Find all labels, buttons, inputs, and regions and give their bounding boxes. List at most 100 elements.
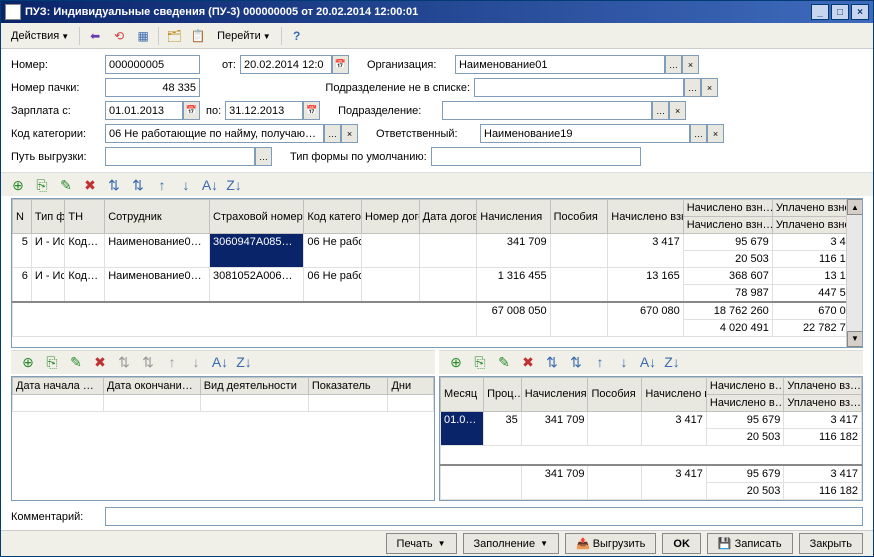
path-select-button[interactable]: … <box>255 147 272 166</box>
g2-copy-icon[interactable]: ⎘ <box>41 351 63 373</box>
periods-grid[interactable]: Дата начала … Дата окончани… Вид деятель… <box>11 376 435 502</box>
col-cat[interactable]: Код катего… <box>304 200 362 234</box>
org-select-button[interactable]: … <box>665 55 682 74</box>
g3-down-icon[interactable]: ↓ <box>613 351 635 373</box>
g2-sort1-icon[interactable]: ⇅ <box>113 351 135 373</box>
g3-col5[interactable]: Начислено взносов … <box>642 377 707 411</box>
path-field[interactable] <box>105 147 255 166</box>
date-field[interactable] <box>240 55 332 74</box>
g2-col4[interactable]: Показатель <box>308 377 388 394</box>
subdiv-notin-clear-button[interactable]: × <box>701 78 718 97</box>
col-v1[interactable]: Начислено взн… <box>683 200 772 217</box>
ok-button[interactable]: OK <box>662 533 701 554</box>
col-date[interactable]: Дата договора <box>419 200 477 234</box>
save-button[interactable]: 💾Записать <box>707 533 793 554</box>
g3-col1[interactable]: Месяц <box>441 377 484 411</box>
cat-select-button[interactable]: … <box>324 124 341 143</box>
move-up-icon[interactable]: ↑ <box>151 174 173 196</box>
window-list-button[interactable]: ▦ <box>132 25 154 47</box>
comment-field[interactable] <box>105 507 863 526</box>
g3-up-icon[interactable]: ↑ <box>589 351 611 373</box>
table-row[interactable]: 6И - Ис…Код…Наименование0…3081052A006…06… <box>13 268 862 285</box>
resp-clear-button[interactable]: × <box>707 124 724 143</box>
g2-col5[interactable]: Дни <box>388 377 434 394</box>
g3-col7b[interactable]: Уплачено вз… <box>784 394 862 411</box>
table-row[interactable]: 5И - Ис…Код…Наименование0…3060947A085…06… <box>13 234 862 251</box>
minimize-button[interactable]: _ <box>811 4 829 20</box>
g2-delete-icon[interactable]: ✖ <box>89 351 111 373</box>
add-row-icon[interactable]: ⊕ <box>7 174 29 196</box>
org-clear-button[interactable]: × <box>682 55 699 74</box>
help-button[interactable]: ? <box>286 25 308 47</box>
g3-az-icon[interactable]: A↓ <box>637 351 659 373</box>
col-tn[interactable]: ТН <box>65 200 105 234</box>
maximize-button[interactable]: □ <box>831 4 849 20</box>
formtype-field[interactable] <box>431 147 641 166</box>
scroll-down-icon[interactable]: ▼ <box>847 331 863 347</box>
menu-actions[interactable]: Действия▼ <box>5 28 75 44</box>
resp-field[interactable] <box>480 124 690 143</box>
col-n[interactable]: N <box>13 200 32 234</box>
g3-sort1-icon[interactable]: ⇅ <box>541 351 563 373</box>
salary-to-field[interactable] <box>225 101 303 120</box>
g3-edit-icon[interactable]: ✎ <box>493 351 515 373</box>
edit-row-icon[interactable]: ✎ <box>55 174 77 196</box>
close-footer-button[interactable]: Закрыть <box>799 533 863 554</box>
g2-add-icon[interactable]: ⊕ <box>17 351 39 373</box>
col-type[interactable]: Тип фо… <box>31 200 65 234</box>
col-ins[interactable]: Страховой номер <box>210 200 304 234</box>
cat-clear-button[interactable]: × <box>341 124 358 143</box>
subdiv-notin-select-button[interactable]: … <box>684 78 701 97</box>
g2-up-icon[interactable]: ↑ <box>161 351 183 373</box>
back-button[interactable]: ⬅ <box>84 25 106 47</box>
g2-edit-icon[interactable]: ✎ <box>65 351 87 373</box>
g2-az-icon[interactable]: A↓ <box>209 351 231 373</box>
resp-select-button[interactable]: … <box>690 124 707 143</box>
scroll-up-icon[interactable]: ▲ <box>847 199 863 215</box>
g3-delete-icon[interactable]: ✖ <box>517 351 539 373</box>
tree-button[interactable]: 📋 <box>187 25 209 47</box>
g2-col1[interactable]: Дата начала … <box>13 377 104 394</box>
employees-grid[interactable]: N Тип фо… ТН Сотрудник Страховой номер К… <box>11 198 863 348</box>
sort1-icon[interactable]: ⇅ <box>103 174 125 196</box>
subdiv-select-button[interactable]: … <box>652 101 669 120</box>
g3-za-icon[interactable]: Z↓ <box>661 351 683 373</box>
g3-add-icon[interactable]: ⊕ <box>445 351 467 373</box>
g3-copy-icon[interactable]: ⎘ <box>469 351 491 373</box>
hierarchy-button[interactable]: 🗂 <box>163 25 185 47</box>
g2-col2[interactable]: Дата окончани… <box>104 377 201 394</box>
months-grid[interactable]: Месяц Проц… Начисления Пособия Начислено… <box>439 376 863 502</box>
menu-go[interactable]: Перейти▼ <box>211 28 277 44</box>
g2-down-icon[interactable]: ↓ <box>185 351 207 373</box>
col-v1b[interactable]: Начислено взн… <box>683 217 772 234</box>
g2-za-icon[interactable]: Z↓ <box>233 351 255 373</box>
sort2-icon[interactable]: ⇅ <box>127 174 149 196</box>
col-nachv[interactable]: Начислено взносов … <box>608 200 683 234</box>
table-row[interactable]: 01.0…35341 7093 41795 6793 417 <box>441 411 862 428</box>
col-pos[interactable]: Пособия <box>550 200 608 234</box>
print-button[interactable]: Печать▼ <box>386 533 457 554</box>
subdiv-notin-field[interactable] <box>474 78 684 97</box>
sort-az-icon[interactable]: A↓ <box>199 174 221 196</box>
sort-za-icon[interactable]: Z↓ <box>223 174 245 196</box>
move-down-icon[interactable]: ↓ <box>175 174 197 196</box>
salary-from-picker[interactable]: 📅 <box>183 101 200 120</box>
delete-row-icon[interactable]: ✖ <box>79 174 101 196</box>
salary-to-picker[interactable]: 📅 <box>303 101 320 120</box>
col-emp[interactable]: Сотрудник <box>105 200 210 234</box>
org-field[interactable] <box>455 55 665 74</box>
date-picker-button[interactable]: 📅 <box>332 55 349 74</box>
g3-col2[interactable]: Проц… <box>484 377 522 411</box>
salary-from-field[interactable] <box>105 101 183 120</box>
table-row[interactable] <box>13 394 434 411</box>
fill-button[interactable]: Заполнение▼ <box>463 533 559 554</box>
pack-field[interactable] <box>105 78 200 97</box>
g3-col6[interactable]: Начислено в… <box>706 377 784 394</box>
col-nach[interactable]: Начисления <box>477 200 550 234</box>
cat-field[interactable] <box>105 124 324 143</box>
copy-row-icon[interactable]: ⎘ <box>31 174 53 196</box>
upload-button[interactable]: 📤Выгрузить <box>565 533 656 554</box>
g2-col3[interactable]: Вид деятельности <box>200 377 308 394</box>
g3-col6b[interactable]: Начислено в… <box>706 394 784 411</box>
g3-col3[interactable]: Начисления <box>521 377 588 411</box>
